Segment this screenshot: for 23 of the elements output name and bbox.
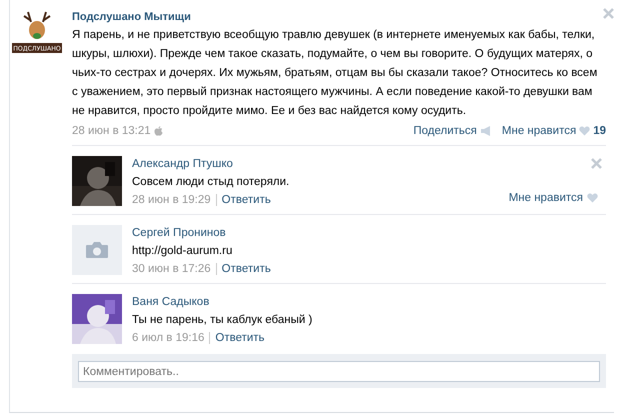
comment-author[interactable]: Ваня Садыков <box>132 296 606 308</box>
comment-text: http://gold-aurum.ru <box>132 245 234 257</box>
close-icon[interactable] <box>591 158 602 169</box>
comment-text: Совсем люди стыд потеряли. <box>132 176 290 188</box>
apple-icon <box>154 126 163 136</box>
comment-text: Ты не парень, ты каблук ебаный ) <box>132 314 314 326</box>
share-button[interactable]: Поделиться <box>413 125 492 137</box>
megaphone-icon <box>480 126 492 136</box>
post-text: Я парень, и не приветствую всеобщую травлю девушек (в интернете именуемых как бабы, телки, шкуры, шлюхи). Прежде чем такое сказать, подумайте, о чем вы говорите. О будущих матерях, о чьих-то сестрах и дочерях. Их мужьям, братьям, отцам вы бы сказали такое? Относитесь ко всем с уважением, это первый признак настоящего мужчины. А если поведение какой-то девушки вам не нравится, просто пройдите мимо. Ее и без вас найдется кому осудить. <box>72 28 598 119</box>
post-author[interactable]: Подслушано Мытищи <box>72 11 606 23</box>
comment-field[interactable]: Комментировать.. <box>78 361 600 382</box>
like-button[interactable]: Мне нравится 19 <box>502 125 606 137</box>
like-button[interactable]: Мне нравится <box>508 192 598 204</box>
reply-link[interactable]: Ответить <box>216 263 271 275</box>
heart-icon <box>579 126 590 136</box>
heart-icon <box>587 193 598 203</box>
camera-icon <box>85 241 109 259</box>
close-icon[interactable] <box>603 8 614 19</box>
comment-author[interactable]: Сергей Пронинов <box>132 227 606 239</box>
reply-link[interactable]: Ответить <box>216 194 271 206</box>
like-count: 19 <box>593 125 606 137</box>
comment-author[interactable]: Александр Птушко <box>132 158 606 170</box>
reply-link[interactable]: Ответить <box>209 332 265 344</box>
